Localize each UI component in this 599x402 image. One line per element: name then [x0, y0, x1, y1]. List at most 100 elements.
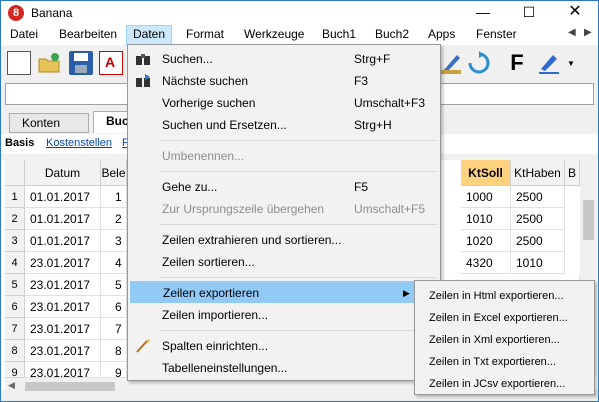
- cell-date[interactable]: 01.01.2017: [25, 230, 101, 252]
- row-number[interactable]: 5: [5, 274, 25, 296]
- cell-beleg[interactable]: 3: [101, 230, 127, 252]
- column-header-kthaben[interactable]: KtHaben: [511, 160, 565, 186]
- row-number[interactable]: 9: [5, 362, 25, 379]
- refresh-icon[interactable]: [467, 51, 491, 75]
- menu-item-label: Zeilen importieren...: [162, 308, 269, 322]
- cell-beleg[interactable]: 7: [101, 318, 127, 340]
- submenu-arrow-icon: ▶: [403, 288, 410, 298]
- scrollbar-thumb[interactable]: [583, 200, 594, 240]
- save-icon[interactable]: [69, 51, 93, 75]
- menu-item-label: Zeilen sortieren...: [162, 255, 255, 269]
- maximize-button[interactable]: ☐: [506, 1, 552, 25]
- menu-item-suchen-ersetzen[interactable]: Suchen und Ersetzen... Strg+H: [130, 114, 438, 136]
- row-number[interactable]: 8: [5, 340, 25, 362]
- menu-scroll-left-icon[interactable]: ◀: [568, 27, 576, 38]
- pen-color-icon[interactable]: [537, 51, 561, 75]
- menu-buch1[interactable]: Buch1: [315, 25, 363, 45]
- row-number[interactable]: 3: [5, 230, 25, 252]
- cell-date[interactable]: 01.01.2017: [25, 208, 101, 230]
- cell-date[interactable]: 23.01.2017: [25, 274, 101, 296]
- cell-ktsoll[interactable]: 1000: [461, 186, 511, 208]
- menu-daten[interactable]: Daten: [126, 25, 173, 45]
- submenu-item-jcsv[interactable]: Zeilen in JCsv exportieren...: [417, 373, 592, 395]
- cell-date[interactable]: 23.01.2017: [25, 252, 101, 274]
- cell-date[interactable]: 01.01.2017: [25, 186, 101, 208]
- menu-item-gehe-zu[interactable]: Gehe zu... F5: [130, 176, 438, 198]
- pdf-export-icon[interactable]: A: [99, 51, 123, 75]
- menu-item-naechste-suchen[interactable]: Nächste suchen F3: [130, 70, 438, 92]
- menu-buch2[interactable]: Buch2: [368, 25, 416, 45]
- menu-item-tabelleneinstellungen[interactable]: Tabelleneinstellungen...: [130, 357, 438, 379]
- minimize-button[interactable]: —: [460, 1, 506, 25]
- row-number[interactable]: 7: [5, 318, 25, 340]
- binoculars-icon: [135, 51, 151, 67]
- menu-werkzeuge[interactable]: Werkzeuge: [237, 25, 311, 45]
- cell-ktsoll[interactable]: 1010: [461, 208, 511, 230]
- submenu-item-txt[interactable]: Zeilen in Txt exportieren...: [417, 351, 592, 373]
- menu-separator: [159, 224, 437, 225]
- column-header-beleg[interactable]: Bele: [101, 160, 127, 186]
- scrollbar-thumb[interactable]: [25, 382, 115, 391]
- submenu-item-excel[interactable]: Zeilen in Excel exportieren...: [417, 307, 592, 329]
- menu-datei[interactable]: Datei: [3, 25, 45, 45]
- menu-item-zeilen-exportieren[interactable]: Zeilen exportieren ▶: [130, 281, 438, 303]
- cell-date[interactable]: 23.01.2017: [25, 296, 101, 318]
- cell-beleg[interactable]: 1: [101, 186, 127, 208]
- menu-format[interactable]: Format: [179, 25, 231, 45]
- cell-date[interactable]: 23.01.2017: [25, 362, 101, 380]
- cell-kthaben[interactable]: 2500: [511, 208, 565, 230]
- export-submenu: Zeilen in Html exportieren... Zeilen in …: [414, 280, 595, 395]
- submenu-item-html[interactable]: Zeilen in Html exportieren...: [417, 285, 592, 307]
- window-title: Banana: [31, 6, 73, 20]
- tab-konten[interactable]: Konten: [9, 113, 89, 133]
- cell-kthaben[interactable]: 2500: [511, 186, 565, 208]
- open-folder-icon[interactable]: [37, 51, 61, 75]
- menu-item-umbenennen[interactable]: Umbenennen...: [130, 145, 438, 167]
- column-header-b[interactable]: B: [565, 160, 580, 186]
- close-button[interactable]: ✕: [552, 1, 598, 25]
- menu-item-suchen[interactable]: Suchen... Strg+F: [130, 48, 438, 70]
- menu-item-vorherige-suchen[interactable]: Vorherige suchen Umschalt+F3: [130, 92, 438, 114]
- column-header-datum[interactable]: Datum: [25, 160, 101, 186]
- chevron-down-icon[interactable]: ▼: [567, 59, 575, 68]
- menu-scroll-right-icon[interactable]: ▶: [584, 27, 592, 38]
- menu-item-zeilen-sortieren[interactable]: Zeilen sortieren...: [130, 251, 438, 273]
- cell-beleg[interactable]: 6: [101, 296, 127, 318]
- view-kostenstellen[interactable]: Kostenstellen: [46, 137, 112, 149]
- cell-date[interactable]: 23.01.2017: [25, 318, 101, 340]
- scroll-left-icon[interactable]: ◀: [8, 380, 15, 391]
- cell-beleg[interactable]: 8: [101, 340, 127, 362]
- row-number[interactable]: 6: [5, 296, 25, 318]
- cell-ktsoll[interactable]: 1020: [461, 230, 511, 252]
- menu-separator: [159, 140, 437, 141]
- cell-beleg[interactable]: 2: [101, 208, 127, 230]
- menu-item-label: Vorherige suchen: [162, 96, 256, 110]
- row-number[interactable]: 2: [5, 208, 25, 230]
- menu-item-shortcut: Umschalt+F5: [354, 202, 426, 216]
- cell-kthaben[interactable]: 2500: [511, 230, 565, 252]
- cell-kthaben[interactable]: 1010: [511, 252, 565, 274]
- view-basis[interactable]: Basis: [5, 137, 34, 149]
- menu-item-zeilen-importieren[interactable]: Zeilen importieren...: [130, 304, 438, 326]
- cell-beleg[interactable]: 5: [101, 274, 127, 296]
- column-header-ktsoll[interactable]: KtSoll: [461, 160, 511, 186]
- submenu-item-xml[interactable]: Zeilen in Xml exportieren...: [417, 329, 592, 351]
- cell-date[interactable]: 23.01.2017: [25, 340, 101, 362]
- menu-bearbeiten[interactable]: Bearbeiten: [52, 25, 124, 45]
- menu-apps[interactable]: Apps: [421, 25, 462, 45]
- cell-ktsoll[interactable]: 4320: [461, 252, 511, 274]
- row-number[interactable]: 1: [5, 186, 25, 208]
- new-file-icon[interactable]: [7, 51, 31, 75]
- edit-pencil-icon[interactable]: [439, 51, 463, 75]
- menu-fenster[interactable]: Fenster: [469, 25, 524, 45]
- menu-item-ursprungszeile[interactable]: Zur Ursprungszeile übergehen Umschalt+F5: [130, 198, 438, 220]
- menu-item-shortcut: F3: [354, 74, 369, 88]
- title-bar: 8 Banana — ☐ ✕: [1, 1, 598, 25]
- bold-button[interactable]: F: [505, 51, 529, 75]
- cell-beleg[interactable]: 9: [101, 362, 127, 380]
- row-number[interactable]: 4: [5, 252, 25, 274]
- menu-item-extrahieren-sortieren[interactable]: Zeilen extrahieren und sortieren...: [130, 229, 438, 251]
- cell-beleg[interactable]: 4: [101, 252, 127, 274]
- menu-item-label: Suchen und Ersetzen...: [162, 118, 287, 132]
- menu-item-spalten-einrichten[interactable]: Spalten einrichten...: [130, 335, 438, 357]
